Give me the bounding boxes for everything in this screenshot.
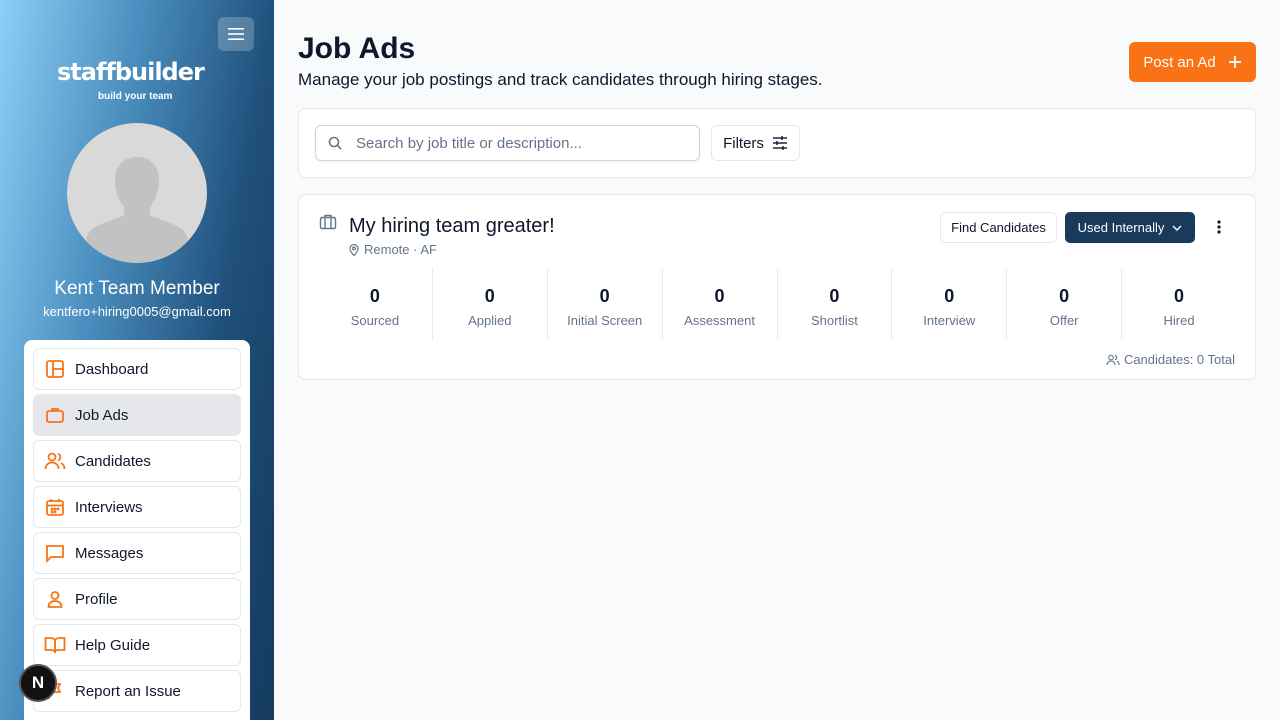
sidebar-item-help-guide[interactable]: Help Guide [33,624,241,666]
sidebar-item-dashboard[interactable]: Dashboard [33,348,241,390]
chevron-down-icon [1172,225,1182,231]
sidebar: staffbuilder build your team Kent Team M… [0,0,274,720]
user-email: kentfero+hiring0005@gmail.com [43,304,231,319]
filters-label: Filters [723,134,764,152]
sidebar-item-label: Interviews [75,498,143,516]
stage-applied[interactable]: 0 Applied [433,269,548,339]
dashboard-icon [44,358,66,380]
menu-toggle-button[interactable] [218,17,254,51]
sidebar-item-label: Report an Issue [75,682,181,700]
sidebar-item-label: Messages [75,544,144,562]
staffbuilder-logo[interactable]: staffbuilder build your team [57,58,217,104]
book-icon [44,634,66,656]
user-name: Kent Team Member [54,278,220,299]
stage-shortlist[interactable]: 0 Shortlist [778,269,893,339]
stage-sourced[interactable]: 0 Sourced [318,269,433,339]
map-pin-icon [349,243,359,256]
users-icon [1106,354,1120,365]
page-title: Job Ads [298,32,416,65]
more-vertical-icon [1217,220,1221,234]
job-title[interactable]: My hiring team greater! [349,215,555,238]
search-icon [328,136,342,150]
stage-count: 0 [1174,286,1185,306]
stage-count: 0 [714,286,725,306]
job-location-text: Remote · AF [364,242,437,257]
n-badge-icon[interactable]: N [19,664,57,702]
sidebar-item-label: Profile [75,590,118,608]
sidebar-item-messages[interactable]: Messages [33,532,241,574]
user-silhouette-icon [85,157,189,263]
plus-icon [1228,56,1241,68]
sidebar-item-profile[interactable]: Profile [33,578,241,620]
stage-count: 0 [829,286,840,306]
post-ad-button[interactable]: Post an Ad [1129,42,1256,82]
briefcase-icon [44,404,66,426]
logo-tagline: build your team [98,91,173,102]
search-box[interactable] [315,125,700,161]
hiring-stages: 0 Sourced 0 Applied 0 Initial Screen 0 A… [318,269,1236,339]
visibility-dropdown[interactable]: Used Internally [1065,212,1195,243]
sidebar-item-label: Dashboard [75,360,149,378]
hamburger-icon [228,28,244,40]
stage-assessment[interactable]: 0 Assessment [663,269,778,339]
stage-label: Interview [923,313,976,328]
stage-count: 0 [599,286,610,306]
search-input[interactable] [356,134,676,152]
stage-count: 0 [484,286,495,306]
job-card[interactable]: My hiring team greater! Remote · AF Find… [298,194,1256,380]
stage-label: Assessment [684,313,755,328]
candidates-total-text: Candidates: 0 Total [1123,352,1235,367]
sidebar-item-candidates[interactable]: Candidates [33,440,241,482]
stage-initial-screen[interactable]: 0 Initial Screen [548,269,663,339]
find-candidates-button[interactable]: Find Candidates [940,212,1057,243]
stage-hired[interactable]: 0 Hired [1122,269,1236,339]
sliders-icon [772,136,787,150]
message-icon [44,542,66,564]
calendar-icon [44,496,66,518]
stage-count: 0 [944,286,955,306]
stage-offer[interactable]: 0 Offer [1007,269,1123,339]
briefcase-icon [319,214,337,230]
sidebar-item-label: Help Guide [75,636,151,654]
filters-button[interactable]: Filters [711,125,800,161]
sidebar-item-interviews[interactable]: Interviews [33,486,241,528]
page-subtitle: Manage your job postings and track candi… [298,70,823,89]
stage-interview[interactable]: 0 Interview [892,269,1008,339]
stage-label: Sourced [350,313,400,328]
sidebar-item-label: Candidates [75,452,151,470]
search-card: Filters [298,108,1256,178]
visibility-label: Used Internally [1077,220,1165,235]
stage-label: Shortlist [810,313,858,328]
logo-wordmark: staffbuilder [57,58,205,86]
stage-label: Applied [468,313,512,328]
avatar [67,123,207,263]
job-location: Remote · AF [349,242,437,257]
sidebar-item-report-issue[interactable]: Report an Issue [33,670,241,712]
stage-count: 0 [1059,286,1070,306]
stage-label: Hired [1163,313,1195,328]
sidebar-item-label: Job Ads [75,406,129,424]
more-options-button[interactable] [1207,215,1231,239]
user-icon [44,588,66,610]
candidates-total: Candidates: 0 Total [1106,352,1235,367]
post-ad-label: Post an Ad [1143,53,1216,71]
stage-label: Offer [1049,313,1079,328]
sidebar-item-job-ads[interactable]: Job Ads [33,394,241,436]
sidebar-nav: Dashboard Job Ads Candidates Interviews … [24,340,250,720]
users-icon [44,450,66,472]
stage-label: Initial Screen [567,313,643,328]
stage-count: 0 [369,286,380,306]
